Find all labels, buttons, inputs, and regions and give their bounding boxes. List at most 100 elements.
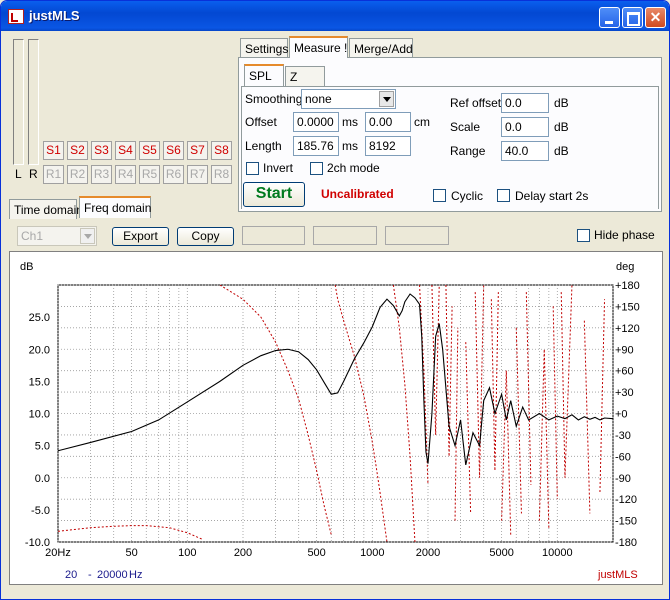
range-unit: dB: [554, 144, 569, 158]
vu-meter-right: [28, 39, 39, 165]
x-tick-label: 50: [125, 547, 137, 559]
cyclic-checkbox[interactable]: [433, 189, 446, 202]
slot-r5-button[interactable]: R5: [139, 165, 160, 184]
slot-r1-button[interactable]: R1: [43, 165, 64, 184]
channel-select[interactable]: Ch1: [17, 226, 97, 246]
calibration-status: Uncalibrated: [321, 187, 394, 201]
slot-s6-button[interactable]: S6: [163, 141, 184, 160]
length-label: Length: [245, 139, 282, 153]
phase-tick-label: +120: [615, 323, 640, 335]
y-tick-label: 15.0: [29, 376, 50, 388]
ref-offset-label: Ref offset: [450, 96, 502, 110]
scale-label: Scale: [450, 120, 481, 134]
app-icon[interactable]: [8, 9, 24, 24]
slot-s8-button[interactable]: S8: [211, 141, 232, 160]
phase-tick-label: +90: [615, 344, 634, 356]
y-tick-label: 20.0: [29, 344, 50, 356]
app-window: justMLS ✕ L R S1 S2 S3 S4 S5 S6 S7 S8 R1 R2 R3 R4 R…: [0, 0, 670, 600]
2ch-mode-checkbox[interactable]: [310, 162, 323, 175]
y-tick-label: 5.0: [35, 441, 50, 453]
smoothing-select[interactable]: none: [301, 89, 396, 109]
tab-time-domain[interactable]: Time domain: [9, 199, 83, 219]
slot-s7-button[interactable]: S7: [187, 141, 208, 160]
offset-ms-unit: ms: [342, 115, 358, 129]
slot-r8-button[interactable]: R8: [211, 165, 232, 184]
invert-label: Invert: [263, 161, 294, 175]
2ch-mode-label: 2ch mode: [327, 161, 380, 175]
slot-r3-button[interactable]: R3: [91, 165, 112, 184]
slot-s1-button[interactable]: S1: [43, 141, 64, 160]
export-button[interactable]: Export: [112, 227, 169, 246]
smoothing-value: none: [305, 92, 332, 106]
copy-button[interactable]: Copy: [177, 227, 234, 246]
title-bar[interactable]: justMLS ✕: [1, 1, 669, 31]
offset-cm-unit: cm: [414, 115, 430, 129]
slot-r4-button[interactable]: R4: [115, 165, 136, 184]
slot-r2-button[interactable]: R2: [67, 165, 88, 184]
phase-tick-label: -60: [615, 451, 631, 463]
offset-ms-input[interactable]: 0.0000: [293, 112, 339, 132]
y-tick-label: 25.0: [29, 312, 50, 324]
ref-offset-input[interactable]: 0.0: [501, 93, 549, 113]
delay-start-checkbox[interactable]: [497, 189, 510, 202]
readout-field-1: [242, 226, 305, 245]
phase-tick-label: -90: [615, 473, 631, 485]
y-axis-label-right: deg: [616, 261, 634, 273]
smoothing-label: Smoothing: [245, 92, 303, 106]
range-from-label: 20: [65, 569, 77, 581]
x-tick-label: 10000: [542, 547, 573, 559]
close-button[interactable]: ✕: [645, 7, 666, 28]
chevron-down-icon[interactable]: [379, 91, 394, 107]
length-ms-unit: ms: [342, 139, 358, 153]
slot-s2-button[interactable]: S2: [67, 141, 88, 160]
length-ms-input[interactable]: 185.76: [293, 136, 339, 156]
x-tick-label: 1000: [360, 547, 384, 559]
start-button[interactable]: Start: [243, 182, 305, 207]
slot-s4-button[interactable]: S4: [115, 141, 136, 160]
channel-value: Ch1: [21, 229, 44, 243]
length-samples-input[interactable]: 8192: [365, 136, 411, 156]
phase-tick-label: -30: [615, 430, 631, 442]
delay-start-label: Delay start 2s: [515, 189, 589, 203]
x-tick-label: 5000: [489, 547, 513, 559]
x-tick-label: 500: [307, 547, 325, 559]
tab-z[interactable]: Z: [285, 66, 325, 86]
phase-tick-label: -120: [615, 494, 637, 506]
chevron-down-icon[interactable]: [80, 228, 95, 244]
readout-field-2: [313, 226, 377, 245]
phase-tick-label: +30: [615, 387, 634, 399]
tab-merge-add[interactable]: Merge/Add: [349, 38, 413, 58]
minimize-button[interactable]: [599, 7, 620, 28]
phase-tick-label: +60: [615, 366, 634, 378]
scale-input[interactable]: 0.0: [501, 117, 549, 137]
slot-s5-button[interactable]: S5: [139, 141, 160, 160]
range-unit-label: Hz: [129, 569, 142, 581]
window-title: justMLS: [29, 8, 80, 23]
frequency-response-graph[interactable]: dB -10.0 -5.0 0.0 5.0 10.0 15.0 20.0 25.0 deg -180…: [9, 251, 663, 585]
ref-offset-unit: dB: [554, 96, 569, 110]
hide-phase-label: Hide phase: [594, 228, 655, 242]
y-tick-label: 0.0: [35, 473, 50, 485]
tab-measure[interactable]: Measure !: [289, 36, 348, 58]
slot-r7-button[interactable]: R7: [187, 165, 208, 184]
tab-settings[interactable]: Settings: [240, 38, 288, 58]
tab-spl[interactable]: SPL: [244, 64, 284, 86]
cyclic-label: Cyclic: [451, 189, 483, 203]
range-dash-label: -: [88, 569, 92, 581]
phase-tick-label: +150: [615, 301, 640, 313]
hide-phase-checkbox[interactable]: [577, 229, 590, 242]
phase-tick-label: +0: [615, 409, 628, 421]
maximize-button[interactable]: [622, 7, 643, 28]
x-tick-label: 100: [178, 547, 196, 559]
slot-s3-button[interactable]: S3: [91, 141, 112, 160]
slot-r6-button[interactable]: R6: [163, 165, 184, 184]
frequency-response-chart[interactable]: dB-10.0-5.00.05.010.015.020.025.0deg-180…: [10, 252, 662, 584]
offset-cm-input[interactable]: 0.00: [365, 112, 411, 132]
range-to-label: 20000: [97, 569, 128, 581]
range-input[interactable]: 40.0: [501, 141, 549, 161]
x-tick-label: 20Hz: [45, 547, 71, 559]
invert-checkbox[interactable]: [246, 162, 259, 175]
x-tick-label: 200: [234, 547, 252, 559]
phase-tick-label: +180: [615, 280, 640, 292]
tab-freq-domain[interactable]: Freq domain: [79, 196, 151, 218]
